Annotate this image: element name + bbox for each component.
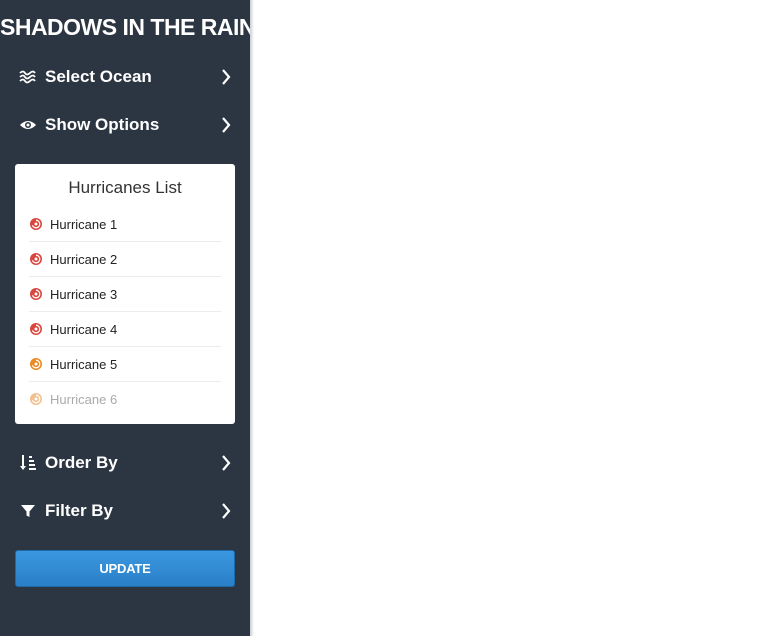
app-title: SHADOWS IN THE RAIN bbox=[0, 14, 256, 40]
update-button[interactable]: UPDATE bbox=[15, 550, 235, 587]
hurricane-label: Hurricane 6 bbox=[50, 391, 118, 407]
order-by-menu[interactable]: Order By bbox=[18, 447, 233, 479]
hurricane-list-item[interactable]: Hurricane 1 bbox=[29, 207, 221, 242]
hurricane-list-item[interactable]: Hurricane 3 bbox=[29, 277, 221, 312]
sidebar: SHADOWS IN THE RAIN Select Ocean Show Op… bbox=[0, 0, 256, 636]
sort-icon bbox=[18, 454, 38, 472]
hurricane-icon bbox=[29, 357, 43, 371]
show-options-label: Show Options bbox=[45, 115, 160, 134]
show-options-menu[interactable]: Show Options bbox=[18, 109, 233, 141]
hurricanes-list-panel: Hurricanes List Hurricane 1 Hurricane 2 Hu… bbox=[15, 164, 235, 424]
hurricanes-list-title: Hurricanes List bbox=[68, 178, 182, 197]
hurricane-label: Hurricane 1 bbox=[50, 216, 118, 232]
waves-icon bbox=[18, 68, 38, 86]
hurricane-icon bbox=[29, 287, 43, 301]
chevron-right-icon bbox=[219, 116, 233, 134]
chevron-right-icon bbox=[219, 68, 233, 86]
chevron-right-icon bbox=[219, 454, 233, 472]
filter-by-label: Filter By bbox=[45, 501, 114, 520]
select-ocean-menu[interactable]: Select Ocean bbox=[18, 61, 233, 93]
hurricane-icon bbox=[29, 217, 43, 231]
filter-icon bbox=[18, 502, 38, 520]
hurricane-list-item[interactable]: Hurricane 6 bbox=[29, 382, 221, 416]
order-by-label: Order By bbox=[45, 453, 118, 472]
select-ocean-label: Select Ocean bbox=[45, 67, 152, 86]
hurricane-label: Hurricane 2 bbox=[50, 251, 118, 267]
hurricane-label: Hurricane 3 bbox=[50, 286, 118, 302]
hurricane-list-item[interactable]: Hurricane 4 bbox=[29, 312, 221, 347]
hurricane-list-item[interactable]: Hurricane 2 bbox=[29, 242, 221, 277]
hurricane-icon bbox=[29, 392, 43, 406]
filter-by-menu[interactable]: Filter By bbox=[18, 495, 233, 527]
hurricane-icon bbox=[29, 322, 43, 336]
hurricane-list-item[interactable]: Hurricane 5 bbox=[29, 347, 221, 382]
hurricane-label: Hurricane 4 bbox=[50, 321, 118, 337]
eye-icon bbox=[18, 116, 38, 134]
hurricane-icon bbox=[29, 252, 43, 266]
sidebar-shadow bbox=[250, 0, 254, 636]
chevron-right-icon bbox=[219, 502, 233, 520]
hurricane-label: Hurricane 5 bbox=[50, 356, 118, 372]
